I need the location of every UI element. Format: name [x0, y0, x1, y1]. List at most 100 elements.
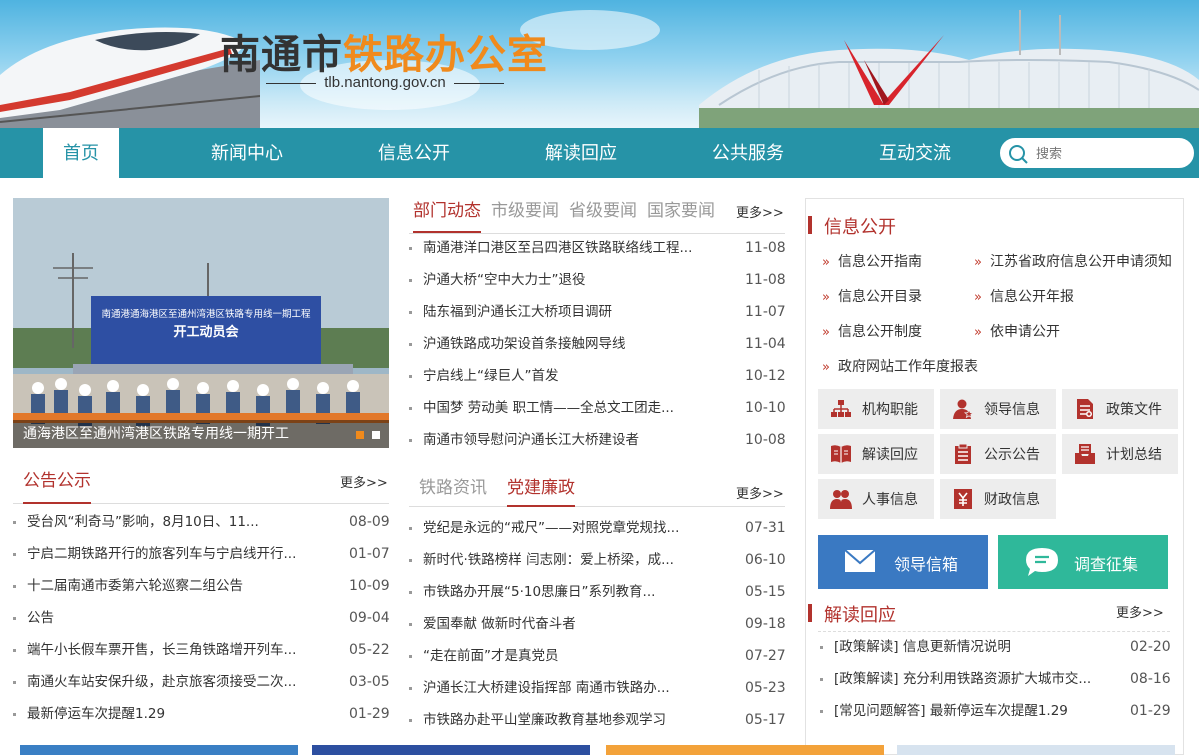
tab-national-news[interactable]: 国家要闻 — [647, 198, 715, 224]
nav-public-service[interactable]: 公共服务 — [698, 128, 798, 178]
info-link-system[interactable]: » 信息公开制度 — [822, 321, 922, 341]
list-item-title[interactable]: 中国梦 劳动美 职工情——全总文工团走... — [423, 398, 674, 418]
list-item-title[interactable]: 沪通铁路成功架设首条接触网导线 — [423, 334, 626, 354]
list-item-title[interactable]: 党纪是永远的“戒尺”——对照党章党规找... — [423, 518, 679, 538]
list-item[interactable]: 党纪是永远的“戒尺”——对照党章党规找... 07-31 — [409, 518, 786, 550]
bottom-banner-4[interactable] — [897, 745, 1175, 755]
bullet — [409, 343, 412, 346]
leader-mailbox-button[interactable]: 领导信箱 — [818, 535, 988, 589]
list-item-title[interactable]: [常见问题解答] 最新停运车次提醒1.29 — [834, 701, 1068, 721]
tile-public-notice[interactable]: 公示公告 — [940, 434, 1056, 474]
info-link-notice[interactable]: » 江苏省政府信息公开申请须知 — [974, 251, 1172, 271]
search-icon[interactable] — [1008, 144, 1028, 164]
list-item-title[interactable]: 陆东福到沪通长江大桥项目调研 — [423, 302, 612, 322]
leader-mailbox-label: 领导信箱 — [894, 555, 959, 574]
tab-railway-info[interactable]: 铁路资讯 — [419, 475, 487, 501]
tile-label: 解读回应 — [862, 447, 918, 463]
tile-leader-info[interactable]: 领导信息 — [940, 389, 1056, 429]
tile-interpretation[interactable]: 解读回应 — [818, 434, 934, 474]
list-item-title[interactable]: 市铁路办赴平山堂廉政教育基地参观学习 — [423, 710, 666, 730]
tile-finance-info[interactable]: 财政信息 — [940, 479, 1056, 519]
list-item[interactable]: 南通火车站安保升级，赴京旅客须接受二次... 03-05 — [13, 672, 390, 704]
list-item[interactable]: 端午小长假车票开售，长三角铁路增开列车... 05-22 — [13, 640, 390, 672]
list-item[interactable]: 最新停运车次提醒1.29 01-29 — [13, 704, 390, 736]
info-link-website-report[interactable]: » 政府网站工作年度报表 — [822, 356, 978, 376]
notice-title[interactable]: 公告公示 — [23, 468, 91, 504]
slider-caption[interactable]: 通海港区至通州湾港区铁路专用线一期开工 — [13, 420, 389, 448]
list-item-title[interactable]: 爱国奉献 做新时代奋斗者 — [423, 614, 576, 634]
nav-interpretation[interactable]: 解读回应 — [531, 128, 631, 178]
list-item[interactable]: 沪通铁路成功架设首条接触网导线 11-04 — [409, 334, 786, 366]
list-item[interactable]: 市铁路办赴平山堂廉政教育基地参观学习 05-17 — [409, 710, 786, 742]
list-item-title[interactable]: 市铁路办开展“5·10思廉日”系列教育... — [423, 582, 655, 602]
list-item[interactable]: [政策解读] 充分利用铁路资源扩大城市交... 08-16 — [820, 669, 1172, 701]
list-item[interactable]: 南通市领导慰问沪通长江大桥建设者 10-08 — [409, 430, 786, 462]
list-item[interactable]: 市铁路办开展“5·10思廉日”系列教育... 05-15 — [409, 582, 786, 614]
list-item[interactable]: 受台风“利奇马”影响，8月10日、11... 08-09 — [13, 512, 390, 544]
nav-home[interactable]: 首页 — [43, 128, 119, 178]
bottom-banner-2[interactable] — [312, 745, 590, 755]
tile-org-function[interactable]: 机构职能 — [818, 389, 934, 429]
party-more-link[interactable]: 更多>> — [736, 483, 784, 502]
slider-dot-active[interactable] — [356, 431, 364, 439]
nav-info-disclosure[interactable]: 信息公开 — [364, 128, 464, 178]
info-link-catalog[interactable]: » 信息公开目录 — [822, 286, 922, 306]
list-item-title[interactable]: 新时代·铁路榜样 闫志刚：爱上桥梁，成... — [423, 550, 674, 570]
list-item[interactable]: [政策解读] 信息更新情况说明 02-20 — [820, 637, 1172, 669]
list-item-title[interactable]: 宁启线上“绿巨人”首发 — [423, 366, 559, 386]
list-item-title[interactable]: 端午小长假车票开售，长三角铁路增开列车... — [27, 640, 296, 660]
list-item-title[interactable]: 十二届南通市委第六轮巡察二组公告 — [27, 576, 243, 596]
info-link-guide[interactable]: » 信息公开指南 — [822, 251, 922, 271]
tab-dept-news[interactable]: 部门动态 — [413, 198, 481, 233]
list-item[interactable]: 宁启二期铁路开行的旅客列车与宁启线开行... 01-07 — [13, 544, 390, 576]
list-item[interactable]: 新时代·铁路榜样 闫志刚：爱上桥梁，成... 06-10 — [409, 550, 786, 582]
tile-plan-summary[interactable]: 计划总结 — [1062, 434, 1178, 474]
list-item-title[interactable]: 南通火车站安保升级，赴京旅客须接受二次... — [27, 672, 296, 692]
list-item[interactable]: 陆东福到沪通长江大桥项目调研 11-07 — [409, 302, 786, 334]
survey-button[interactable]: 调查征集 — [998, 535, 1168, 589]
list-item-title[interactable]: 受台风“利奇马”影响，8月10日、11... — [27, 512, 259, 532]
list-item-title[interactable]: 南通港洋口港区至吕四港区铁路联络线工程... — [423, 238, 692, 258]
nav-interaction[interactable]: 互动交流 — [865, 128, 965, 178]
list-item-title[interactable]: 南通市领导慰问沪通长江大桥建设者 — [423, 430, 639, 450]
news-more-link[interactable]: 更多>> — [736, 202, 784, 221]
list-item-date: 01-29 — [1130, 703, 1171, 719]
slider-dot[interactable] — [372, 431, 380, 439]
list-item-date: 11-08 — [745, 240, 786, 256]
reply-more-link[interactable]: 更多>> — [1116, 602, 1164, 621]
info-link-apply[interactable]: » 依申请公开 — [974, 321, 1060, 341]
list-item[interactable]: 沪通长江大桥建设指挥部 南通市铁路办... 05-23 — [409, 678, 786, 710]
nav-news-center[interactable]: 新闻中心 — [197, 128, 297, 178]
news-slider[interactable]: 南通港通海港区至通州湾港区铁路专用线一期工程 开工动员会 通海港区至通州湾港区铁… — [13, 198, 389, 448]
tab-city-news[interactable]: 市级要闻 — [491, 198, 559, 224]
tile-policy-docs[interactable]: 政策文件 — [1062, 389, 1178, 429]
bottom-banner-3[interactable] — [606, 745, 884, 755]
list-item[interactable]: 南通港洋口港区至吕四港区铁路联络线工程... 11-08 — [409, 238, 786, 270]
notice-more-link[interactable]: 更多>> — [340, 472, 388, 491]
list-item-title[interactable]: 沪通长江大桥建设指挥部 南通市铁路办... — [423, 678, 670, 698]
list-item[interactable]: 沪通大桥“空中大力士”退役 11-08 — [409, 270, 786, 302]
list-item[interactable]: “走在前面”才是真党员 07-27 — [409, 646, 786, 678]
list-item-title[interactable]: [政策解读] 信息更新情况说明 — [834, 637, 1011, 657]
list-item-title[interactable]: 最新停运车次提醒1.29 — [27, 704, 165, 724]
list-item[interactable]: 宁启线上“绿巨人”首发 10-12 — [409, 366, 786, 398]
list-item[interactable]: 公告 09-04 — [13, 608, 390, 640]
tab-province-news[interactable]: 省级要闻 — [569, 198, 637, 224]
list-item[interactable]: 爱国奉献 做新时代奋斗者 09-18 — [409, 614, 786, 646]
tile-label: 计划总结 — [1106, 447, 1162, 463]
list-item-title[interactable]: 沪通大桥“空中大力士”退役 — [423, 270, 586, 290]
list-item-date: 10-08 — [745, 432, 786, 448]
site-title[interactable]: 南通市铁路办公室 — [220, 22, 548, 80]
tile-personnel-info[interactable]: 人事信息 — [818, 479, 934, 519]
list-item[interactable]: 中国梦 劳动美 职工情——全总文工团走... 10-10 — [409, 398, 786, 430]
list-item-title[interactable]: [政策解读] 充分利用铁路资源扩大城市交... — [834, 669, 1091, 689]
search-input[interactable] — [1036, 143, 1186, 165]
list-item[interactable]: [常见问题解答] 最新停运车次提醒1.29 01-29 — [820, 701, 1172, 733]
list-item[interactable]: 十二届南通市委第六轮巡察二组公告 10-09 — [13, 576, 390, 608]
list-item-title[interactable]: “走在前面”才是真党员 — [423, 646, 559, 666]
list-item-title[interactable]: 宁启二期铁路开行的旅客列车与宁启线开行... — [27, 544, 296, 564]
info-link-annual-report[interactable]: » 信息公开年报 — [974, 286, 1074, 306]
tab-party-integrity[interactable]: 党建廉政 — [507, 475, 575, 507]
list-item-title[interactable]: 公告 — [27, 608, 54, 628]
bottom-banner-1[interactable] — [20, 745, 298, 755]
